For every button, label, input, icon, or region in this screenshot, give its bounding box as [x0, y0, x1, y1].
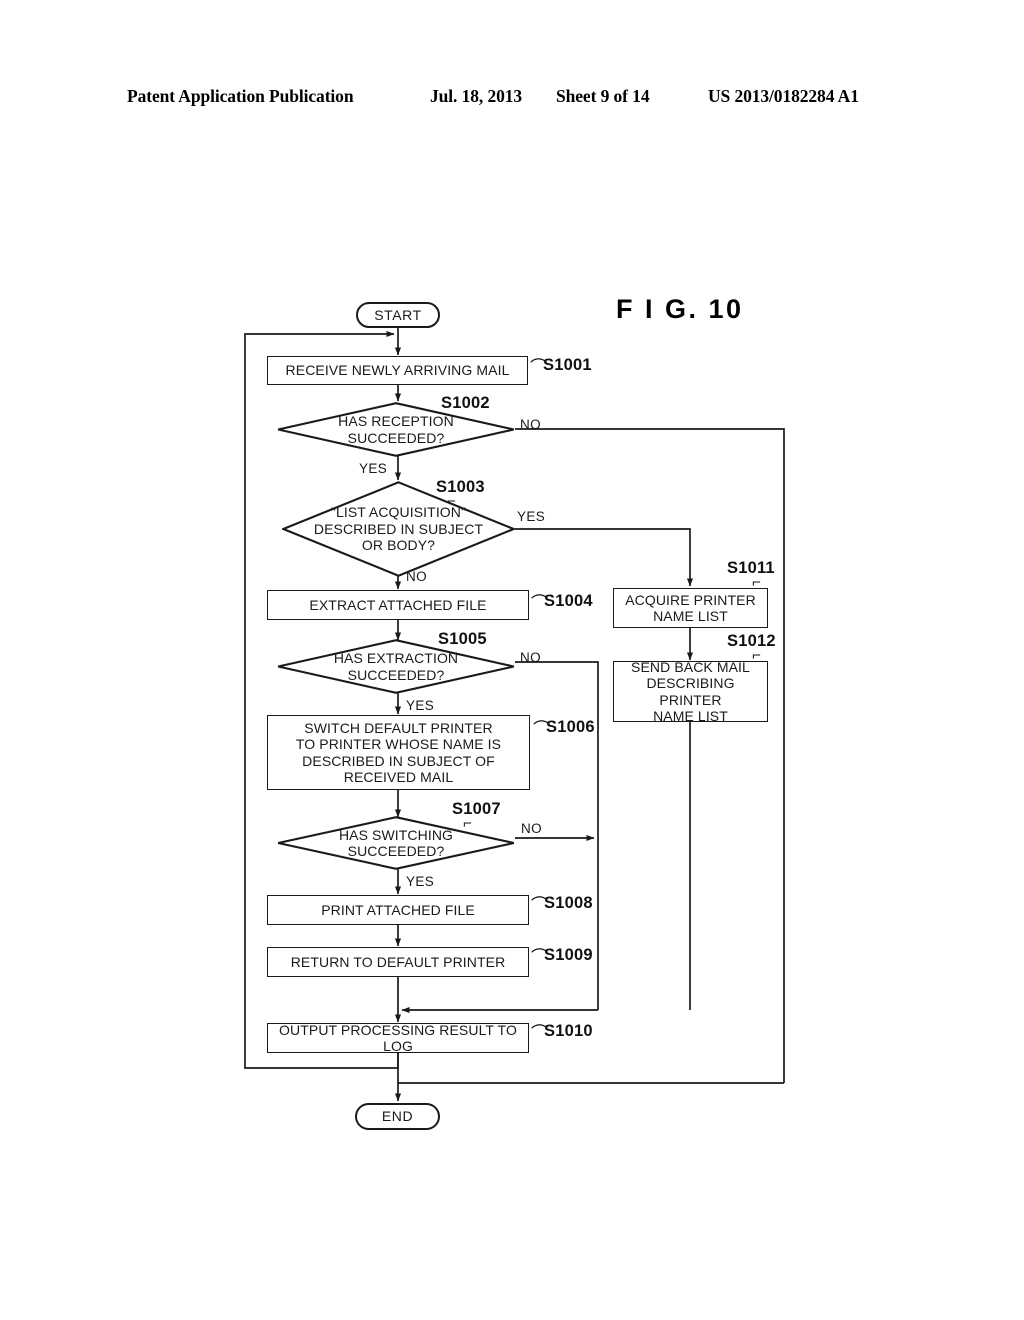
- flow-node-s1005: HAS EXTRACTION SUCCEEDED?: [277, 639, 515, 694]
- step-ref-s1011: S1011: [727, 559, 775, 577]
- flow-node-s1004-label: EXTRACT ATTACHED FILE: [309, 596, 487, 613]
- flow-node-s1002: HAS RECEPTION SUCCEEDED?: [277, 402, 515, 457]
- flow-node-s1011-label: ACQUIRE PRINTER NAME LIST: [625, 591, 756, 625]
- step-ref-s1012-tick: ⌐: [752, 647, 761, 664]
- flow-node-s1010-label: OUTPUT PROCESSING RESULT TO LOG: [279, 1021, 517, 1055]
- flow-node-s1012: SEND BACK MAIL DESCRIBING PRINTER NAME L…: [613, 658, 768, 725]
- flow-node-start-label: START: [374, 306, 422, 323]
- flow-node-s1003: "LIST ACQUISITION" DESCRIBED IN SUBJECT …: [282, 481, 515, 577]
- step-ref-s1006-tick: ⌒: [533, 720, 551, 739]
- step-ref-s1009-tick: ⌒: [531, 948, 549, 967]
- flowchart-diagram: START RECEIVE NEWLY ARRIVING MAIL S1001 …: [0, 0, 1024, 1320]
- flow-node-s1006-label: SWITCH DEFAULT PRINTER TO PRINTER WHOSE …: [295, 719, 502, 786]
- branch-label-s1002-no: NO: [520, 417, 542, 432]
- flow-node-s1008: PRINT ATTACHED FILE: [267, 895, 529, 925]
- step-ref-s1001-tick: ⌒: [530, 358, 548, 377]
- flow-node-s1011: ACQUIRE PRINTER NAME LIST: [613, 588, 768, 628]
- step-ref-s1010-tick: ⌒: [531, 1024, 549, 1043]
- flow-node-s1001: RECEIVE NEWLY ARRIVING MAIL: [267, 356, 528, 385]
- flow-node-s1009-label: RETURN TO DEFAULT PRINTER: [290, 953, 506, 970]
- branch-label-s1005-yes: YES: [406, 698, 435, 713]
- step-ref-s1011-tick: ⌐: [752, 574, 761, 591]
- step-ref-s1008: S1008: [544, 894, 593, 912]
- branch-label-s1007-yes: YES: [406, 874, 435, 889]
- step-ref-s1010: S1010: [544, 1022, 593, 1040]
- flow-node-s1001-label: RECEIVE NEWLY ARRIVING MAIL: [285, 362, 510, 379]
- step-ref-s1004-tick: ⌒: [531, 594, 549, 613]
- flow-node-s1010: OUTPUT PROCESSING RESULT TO LOG: [267, 1021, 529, 1055]
- branch-label-s1005-no: NO: [520, 650, 542, 665]
- step-ref-s1004: S1004: [544, 592, 593, 610]
- flow-node-end-label: END: [381, 1108, 414, 1125]
- flow-node-start: START: [356, 302, 440, 328]
- branch-label-s1002-yes: YES: [359, 461, 388, 476]
- flow-node-s1004: EXTRACT ATTACHED FILE: [267, 590, 529, 620]
- flow-node-s1012-label: SEND BACK MAIL DESCRIBING PRINTER NAME L…: [631, 658, 750, 725]
- step-ref-s1008-tick: ⌒: [531, 896, 549, 915]
- flow-node-s1007-label: HAS SWITCHING SUCCEEDED?: [338, 826, 454, 860]
- flow-node-end: END: [355, 1103, 440, 1130]
- branch-label-s1007-no: NO: [521, 821, 543, 836]
- branch-label-s1003-yes: YES: [517, 509, 546, 524]
- flow-node-s1005-label: HAS EXTRACTION SUCCEEDED?: [333, 650, 459, 683]
- step-ref-s1001: S1001: [543, 356, 592, 374]
- flow-node-s1006: SWITCH DEFAULT PRINTER TO PRINTER WHOSE …: [267, 715, 530, 790]
- flow-node-s1002-label: HAS RECEPTION SUCCEEDED?: [338, 413, 454, 446]
- flow-node-s1008-label: PRINT ATTACHED FILE: [321, 901, 475, 918]
- flow-node-s1007: HAS SWITCHING SUCCEEDED?: [277, 816, 515, 870]
- step-ref-s1009: S1009: [544, 946, 593, 964]
- step-ref-s1006: S1006: [546, 718, 595, 736]
- flow-node-s1009: RETURN TO DEFAULT PRINTER: [267, 947, 529, 977]
- flow-node-s1003-label: "LIST ACQUISITION" DESCRIBED IN SUBJECT …: [313, 504, 484, 554]
